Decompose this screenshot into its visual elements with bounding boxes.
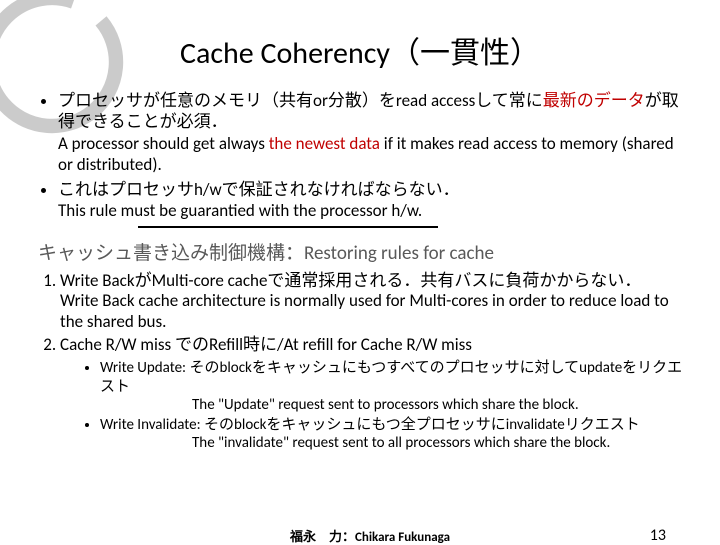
text-en: The "Update" request sent to processors … bbox=[100, 396, 692, 414]
rule-1: Write BackがMulti-core cacheで通常採用される．共有バス… bbox=[60, 271, 692, 333]
label: Write Invalidate: bbox=[100, 416, 204, 434]
intro-item-1: プロセッサが任意のメモリ（共有or分散）をread accessして常に最新のデ… bbox=[58, 90, 692, 175]
author-label: 福永 力：Chikara Fukunaga bbox=[290, 526, 450, 545]
text: This rule must be guarantied with the pr… bbox=[58, 200, 422, 221]
nested-list: Write Update: そのblockをキャッシュにもつすべてのプロセッサに… bbox=[60, 359, 692, 452]
write-update-item: Write Update: そのblockをキャッシュにもつすべてのプロセッサに… bbox=[100, 359, 692, 414]
rules-list: Write BackがMulti-core cacheで通常採用される．共有バス… bbox=[28, 271, 692, 453]
text: Cache R/W miss でのRefill時に/At refill for … bbox=[60, 334, 472, 355]
text: Write Back cache architecture is normall… bbox=[60, 290, 669, 332]
slide-content: Cache Coherency（一貫性） プロセッサが任意のメモリ（共有or分散… bbox=[0, 0, 720, 452]
text: これはプロセッサh/wで保証されなければならない． bbox=[58, 179, 460, 200]
page-number: 13 bbox=[650, 526, 666, 545]
label: Write Update: bbox=[100, 359, 189, 377]
highlight: the newest data bbox=[269, 133, 380, 154]
write-invalidate-item: Write Invalidate: そのblockをキャッシュにもつ全プロセッサ… bbox=[100, 416, 692, 452]
rule-2: Cache R/W miss でのRefill時に/At refill for … bbox=[60, 335, 692, 453]
text: A processor should get always bbox=[58, 133, 269, 154]
highlight: 最新のデータ bbox=[543, 90, 645, 111]
slide-title: Cache Coherency（一貫性） bbox=[28, 28, 692, 72]
text: Write BackがMulti-core cacheで通常採用される．共有バス… bbox=[60, 270, 641, 291]
intro-list: プロセッサが任意のメモリ（共有or分散）をread accessして常に最新のデ… bbox=[28, 90, 692, 222]
text: プロセッサが任意のメモリ（共有or分散）をread accessして常に bbox=[58, 90, 543, 111]
divider bbox=[138, 226, 438, 228]
section-subtitle: キャッシュ書き込み制御機構：Restoring rules for cache bbox=[38, 238, 692, 265]
text: そのblockをキャッシュにもつ全プロセッサにinvalidateリクエスト bbox=[204, 416, 640, 434]
intro-item-2: これはプロセッサh/wで保証されなければならない． This rule must… bbox=[58, 179, 692, 222]
text-en: The "invalidate" request sent to all pro… bbox=[100, 434, 692, 452]
